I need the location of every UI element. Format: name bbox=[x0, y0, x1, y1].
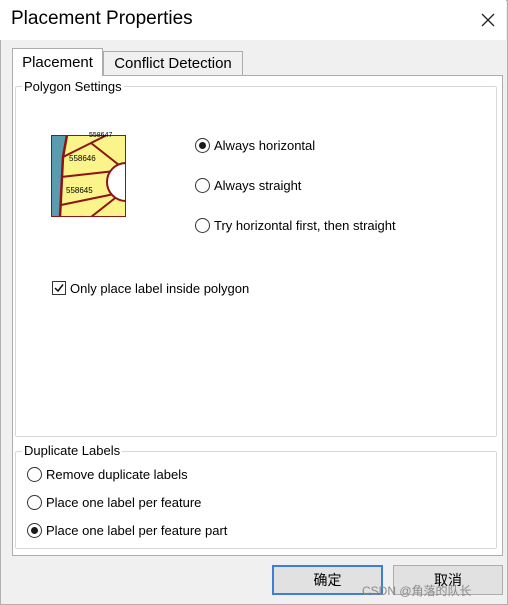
try-horizontal-radio[interactable] bbox=[195, 218, 210, 233]
always-horizontal-label: Always horizontal bbox=[214, 138, 316, 153]
watermark: CSDN @角落的队长 bbox=[362, 584, 472, 598]
polygon-placement-preview: 558647 558646 558645 bbox=[51, 132, 127, 218]
inside-polygon-label: Only place label inside polygon bbox=[70, 281, 250, 296]
dialog-title: Placement Properties bbox=[11, 8, 193, 29]
one-per-feature-label: Place one label per feature bbox=[46, 495, 202, 510]
one-per-feature-part-radio[interactable] bbox=[27, 523, 42, 538]
close-icon bbox=[481, 13, 495, 27]
checkmark-icon bbox=[54, 284, 64, 293]
remove-duplicates-radio[interactable] bbox=[27, 467, 42, 482]
tab-conflict-detection[interactable]: Conflict Detection bbox=[103, 51, 243, 75]
preview-label-1: 558647 bbox=[89, 132, 113, 139]
close-button[interactable] bbox=[474, 6, 502, 34]
preview-label-3: 558645 bbox=[66, 186, 93, 195]
one-per-feature-radio[interactable] bbox=[27, 495, 42, 510]
preview-label-2: 558646 bbox=[69, 154, 96, 163]
remove-duplicates-label: Remove duplicate labels bbox=[46, 467, 188, 482]
polygon-preview-image bbox=[51, 134, 127, 218]
always-straight-label: Always straight bbox=[214, 178, 302, 193]
try-horizontal-label: Try horizontal first, then straight bbox=[214, 218, 396, 233]
polygon-settings-legend: Polygon Settings bbox=[22, 79, 124, 94]
always-straight-radio[interactable] bbox=[195, 178, 210, 193]
tab-placement[interactable]: Placement bbox=[12, 48, 103, 76]
duplicate-labels-legend: Duplicate Labels bbox=[22, 443, 123, 458]
title-bar: Placement Properties bbox=[0, 0, 506, 40]
inside-polygon-checkbox[interactable] bbox=[52, 281, 66, 295]
always-horizontal-radio[interactable] bbox=[195, 138, 210, 153]
one-per-feature-part-label: Place one label per feature part bbox=[46, 523, 228, 538]
